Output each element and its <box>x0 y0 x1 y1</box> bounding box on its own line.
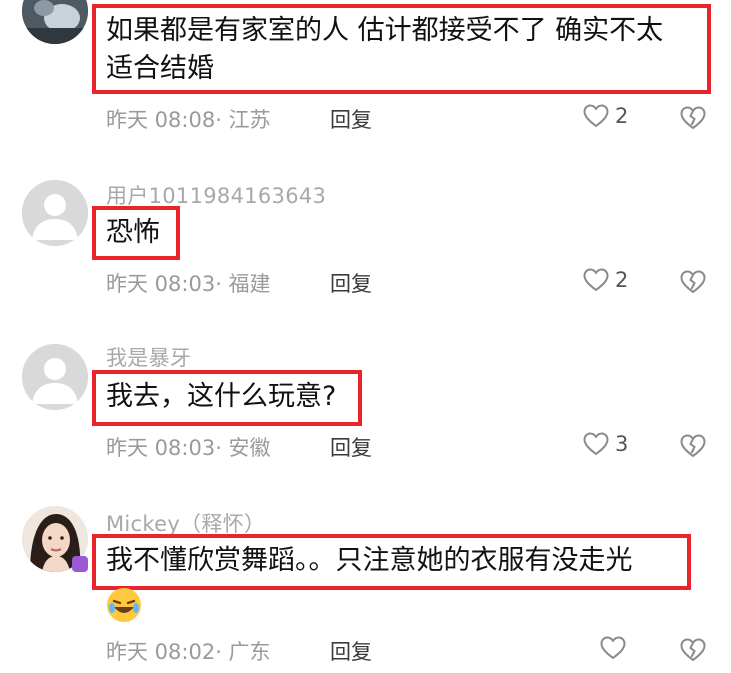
dislike-button[interactable] <box>680 638 706 666</box>
broken-heart-icon <box>680 106 706 130</box>
comment-text-highlighted: 恐怖 <box>92 206 180 260</box>
comment-location: · 福建 <box>215 272 271 296</box>
like-count: 2 <box>615 268 629 292</box>
comment-text-highlighted: 我去，这什么玩意? <box>92 370 362 426</box>
broken-heart-icon <box>680 270 706 294</box>
like-button[interactable]: 2 <box>583 104 628 128</box>
comment-text-highlighted: 如果都是有家室的人 估计都接受不了 确实不太 适合结婚 <box>92 4 711 94</box>
comment-location: · 广东 <box>215 640 271 664</box>
default-avatar-icon <box>22 344 88 410</box>
comment-time: 昨天 08:08 <box>106 108 216 132</box>
like-count: 3 <box>615 432 629 456</box>
username[interactable]: 我是暴牙 <box>106 342 191 372</box>
comment-text-line: 我不懂欣赏舞蹈。。只注意她的衣服有没走光 <box>106 545 633 576</box>
comment-time: 昨天 08:03 <box>106 436 216 460</box>
heart-icon <box>600 636 626 660</box>
avatar[interactable] <box>22 0 88 44</box>
dislike-button[interactable] <box>680 106 706 134</box>
like-button[interactable]: 3 <box>583 432 628 456</box>
reply-button[interactable]: 回复 <box>330 268 372 298</box>
heart-icon <box>583 432 609 456</box>
heart-icon <box>583 268 609 292</box>
broken-heart-icon <box>680 638 706 662</box>
comment-list: 如果都是有家室的人 估计都接受不了 确实不太 适合结婚 昨天 08:08· 江苏… <box>0 0 731 673</box>
dislike-button[interactable] <box>680 270 706 298</box>
comment-meta: 昨天 08:03· 福建 <box>106 268 271 298</box>
laughing-emoji-icon <box>105 586 143 624</box>
default-avatar-icon <box>22 180 88 246</box>
comment-text-highlighted: 我不懂欣赏舞蹈。。只注意她的衣服有没走光 <box>92 534 691 590</box>
comment-text-line: 我去，这什么玩意? <box>106 381 337 412</box>
comment-text-line: 恐怖 <box>106 217 160 248</box>
reply-button[interactable]: 回复 <box>330 432 372 462</box>
avatar[interactable] <box>22 344 88 410</box>
vip-badge-icon <box>72 556 88 572</box>
broken-heart-icon <box>680 434 706 458</box>
avatar[interactable] <box>22 180 88 246</box>
comment-text-line: 适合结婚 <box>106 53 214 84</box>
reply-button[interactable]: 回复 <box>330 104 372 134</box>
reply-button[interactable]: 回复 <box>330 636 372 666</box>
comment-meta: 昨天 08:02· 广东 <box>106 636 271 666</box>
like-button[interactable] <box>600 636 626 660</box>
comment-text-line: 如果都是有家室的人 估计都接受不了 确实不太 <box>106 15 664 46</box>
heart-icon <box>583 104 609 128</box>
comment-location: · 江苏 <box>215 108 271 132</box>
comment-meta: 昨天 08:08· 江苏 <box>106 104 271 134</box>
dislike-button[interactable] <box>680 434 706 462</box>
comment-time: 昨天 08:02 <box>106 640 216 664</box>
like-count: 2 <box>615 104 629 128</box>
comment-location: · 安徽 <box>215 436 271 460</box>
like-button[interactable]: 2 <box>583 268 628 292</box>
comment-time: 昨天 08:03 <box>106 272 216 296</box>
comment-meta: 昨天 08:03· 安徽 <box>106 432 271 462</box>
